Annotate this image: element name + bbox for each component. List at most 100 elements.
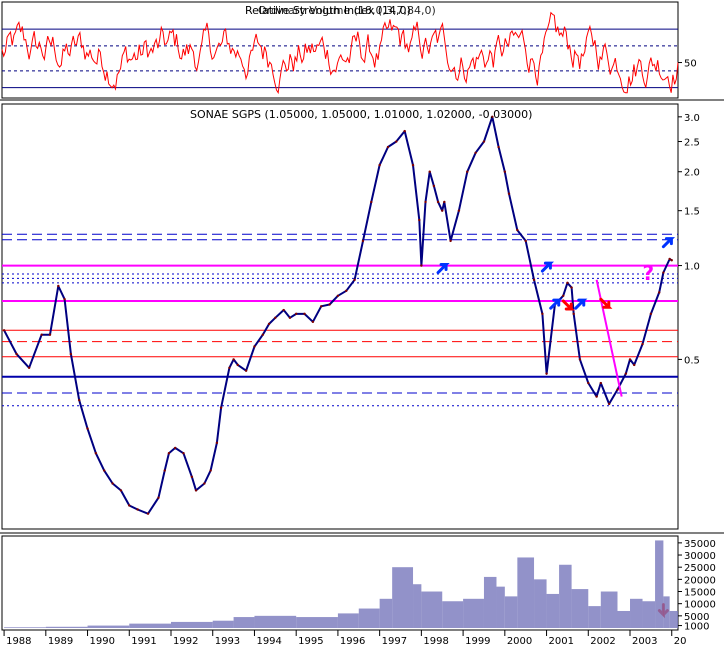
question-mark-annotation: ? bbox=[643, 261, 655, 285]
volume-y-tick-label: 1000 bbox=[684, 622, 709, 633]
price-point bbox=[261, 333, 265, 336]
price-point bbox=[282, 308, 285, 312]
volume-bar bbox=[87, 625, 130, 628]
volume-bar bbox=[534, 579, 547, 628]
price-point bbox=[649, 312, 653, 316]
volume-bar bbox=[663, 596, 670, 628]
volume-bar bbox=[655, 540, 664, 628]
price-point bbox=[424, 200, 427, 204]
price-point bbox=[209, 469, 212, 472]
price-point bbox=[432, 184, 436, 188]
x-tick-label: 1995 bbox=[298, 636, 323, 647]
volume-overlay-title: Ordinary Volume (18,0,3,7,84,0) bbox=[258, 4, 436, 17]
price-point bbox=[157, 496, 160, 499]
x-tick-label: 2001 bbox=[549, 636, 574, 647]
volume-bar bbox=[617, 610, 631, 628]
price-point bbox=[27, 366, 31, 369]
x-tick-label: 1999 bbox=[465, 636, 490, 647]
price-point bbox=[48, 333, 52, 336]
volume-bar bbox=[669, 610, 678, 628]
x-tick-label: 1996 bbox=[340, 636, 365, 647]
price-point bbox=[294, 312, 298, 316]
price-point bbox=[386, 145, 390, 149]
price-point bbox=[668, 257, 671, 261]
x-tick-label: 2000 bbox=[507, 636, 532, 647]
x-tick-label: 20 bbox=[674, 636, 687, 647]
price-point bbox=[441, 209, 444, 212]
price-point bbox=[320, 305, 323, 308]
volume-bar bbox=[337, 613, 359, 628]
price-title: SONAE SGPS (1.05000, 1.05000, 1.01000, 1… bbox=[190, 108, 532, 121]
volume-bar bbox=[483, 576, 497, 628]
price-point bbox=[203, 482, 206, 485]
volume-bar bbox=[546, 593, 560, 628]
price-point bbox=[607, 402, 611, 406]
x-tick-label: 1993 bbox=[215, 636, 240, 647]
price-point bbox=[311, 320, 315, 324]
price-point bbox=[267, 322, 271, 326]
price-point bbox=[658, 291, 661, 294]
x-tick-label: 1989 bbox=[48, 636, 73, 647]
price-y-tick-label: 3.0 bbox=[684, 113, 700, 124]
price-point bbox=[215, 441, 219, 445]
price-point bbox=[578, 358, 582, 361]
price-point bbox=[236, 363, 239, 367]
price-point bbox=[303, 312, 306, 316]
price-point bbox=[15, 352, 18, 356]
price-point bbox=[146, 512, 150, 515]
x-tick-label: 1994 bbox=[256, 636, 281, 647]
volume-bar bbox=[4, 627, 46, 628]
price-point bbox=[194, 489, 198, 492]
price-point bbox=[587, 381, 590, 385]
price-point bbox=[566, 281, 569, 285]
price-point bbox=[136, 508, 139, 511]
price-point bbox=[328, 303, 331, 306]
price-point bbox=[57, 284, 60, 288]
volume-bar bbox=[571, 589, 589, 628]
price-point bbox=[163, 469, 166, 472]
volume-y-tick-label: 35000 bbox=[684, 539, 716, 550]
volume-bar bbox=[233, 617, 255, 628]
price-point bbox=[119, 489, 123, 492]
volume-bar bbox=[496, 586, 505, 628]
price-point bbox=[370, 200, 373, 204]
price-point bbox=[670, 259, 673, 262]
rsi-y-tick-label: 50 bbox=[684, 59, 697, 70]
price-point bbox=[662, 271, 665, 274]
price-point bbox=[111, 482, 114, 485]
price-point bbox=[482, 140, 486, 143]
price-point bbox=[599, 381, 603, 385]
volume-bar bbox=[392, 567, 414, 628]
price-point bbox=[524, 239, 527, 243]
price-point bbox=[167, 452, 171, 455]
price-point bbox=[532, 278, 536, 282]
volume-y-tick-label: 30000 bbox=[684, 551, 716, 562]
price-point bbox=[418, 218, 421, 222]
volume-bar bbox=[517, 557, 535, 628]
volume-bar bbox=[212, 620, 234, 628]
price-y-tick-label: 0.5 bbox=[684, 355, 700, 366]
price-point bbox=[443, 200, 446, 204]
volume-bar bbox=[588, 606, 601, 628]
price-point bbox=[336, 294, 340, 297]
price-point bbox=[103, 469, 106, 472]
price-point bbox=[190, 475, 194, 479]
price-point bbox=[572, 312, 575, 316]
x-tick-label: 1990 bbox=[90, 636, 115, 647]
chart-background bbox=[0, 0, 724, 647]
price-point bbox=[361, 239, 365, 243]
price-y-tick-label: 2.0 bbox=[684, 168, 700, 179]
price-point bbox=[503, 170, 507, 173]
volume-bar bbox=[129, 623, 171, 628]
price-point bbox=[411, 163, 415, 167]
price-point bbox=[86, 427, 89, 430]
price-point bbox=[449, 239, 452, 243]
price-point bbox=[507, 192, 511, 195]
price-point bbox=[541, 312, 544, 316]
price-point bbox=[219, 406, 223, 409]
price-point bbox=[570, 286, 573, 289]
price-point bbox=[428, 170, 431, 173]
x-tick-label: 2003 bbox=[632, 636, 657, 647]
price-point bbox=[516, 228, 519, 232]
volume-bar bbox=[171, 621, 213, 628]
